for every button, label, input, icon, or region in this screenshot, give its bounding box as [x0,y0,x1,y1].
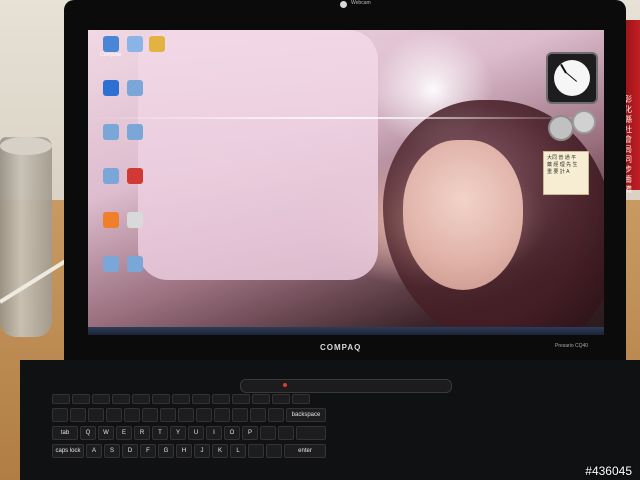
firefox-icon [103,212,119,228]
key-q[interactable]: Q [80,426,96,440]
cpu-meter-gadget[interactable] [548,115,574,141]
key-f11[interactable] [272,394,290,404]
key-f[interactable]: F [140,444,156,458]
key-j[interactable]: J [194,444,210,458]
app-icon [103,168,119,184]
key-4[interactable] [124,408,140,422]
key-s[interactable]: S [104,444,120,458]
key-3[interactable] [106,408,122,422]
key-a[interactable]: A [86,444,102,458]
key-backslash[interactable] [296,426,326,440]
wallpaper-shirt [138,30,378,280]
key-p[interactable]: P [242,426,258,440]
key-f2[interactable] [92,394,110,404]
computer-icon [103,36,119,52]
key-caps-lock[interactable]: caps lock [52,444,84,458]
app-icon [127,80,143,96]
key-left-bracket[interactable] [260,426,276,440]
cup-rim [0,137,52,155]
key-f10[interactable] [252,394,270,404]
key-k[interactable]: K [212,444,228,458]
key-semicolon[interactable] [248,444,264,458]
avira-icon [127,168,143,184]
key-f3[interactable] [112,394,130,404]
key-esc[interactable] [52,394,70,404]
key-f1[interactable] [72,394,90,404]
folder-icon [149,36,165,52]
desktop-icon[interactable] [118,212,152,238]
memory-meter-gadget[interactable] [572,110,596,134]
key-enter[interactable]: enter [284,444,326,458]
key-equals[interactable] [268,408,284,422]
desktop-icon[interactable] [118,168,152,194]
taskbar[interactable] [88,327,604,335]
key-tilde[interactable] [52,408,68,422]
clock-gadget[interactable] [546,52,598,104]
key-2[interactable] [88,408,104,422]
wallpaper-face [403,140,523,290]
note-line: 藥 經 理 先 生 [547,162,578,168]
key-7[interactable] [178,408,194,422]
key-tab[interactable]: tab [52,426,78,440]
key-f9[interactable] [232,394,250,404]
key-right-bracket[interactable] [278,426,294,440]
model-label: Presario CQ40 [555,343,589,349]
key-y[interactable]: Y [170,426,186,440]
cup [0,137,52,337]
key-quote[interactable] [266,444,282,458]
ie-icon [103,80,119,96]
hinge [240,379,452,393]
sticky-note[interactable]: 大同 普 通 平 藥 經 理 先 生 重 要 計 A [543,151,589,195]
key-f4[interactable] [132,394,150,404]
key-f6[interactable] [172,394,190,404]
webcam-label: Webcam [351,0,371,6]
watermark: #436045 [585,464,632,478]
glare-flare [88,117,604,119]
key-g[interactable]: G [158,444,174,458]
note-line: 重 要 計 A [547,169,570,175]
key-minus[interactable] [250,408,266,422]
key-1[interactable] [70,408,86,422]
app-icon [127,256,143,272]
key-backspace[interactable]: backspace [286,408,326,422]
key-f7[interactable] [192,394,210,404]
key-f12[interactable] [292,394,310,404]
keyboard: backspace tab Q W E R T Y U I O P caps l… [52,394,640,480]
key-0[interactable] [232,408,248,422]
key-w[interactable]: W [98,426,114,440]
key-9[interactable] [214,408,230,422]
key-f8[interactable] [212,394,230,404]
key-u[interactable]: U [188,426,204,440]
key-5[interactable] [142,408,158,422]
document-icon [127,212,143,228]
desktop-icon[interactable] [118,256,152,282]
brand-logo: COMPAQ [320,343,362,352]
key-8[interactable] [196,408,212,422]
key-i[interactable]: I [206,426,222,440]
app-icon [127,124,143,140]
laptop-screen: Computer 大同 普 通 平 藥 經 理 先 生 重 要 計 A [88,30,604,335]
power-led-icon [283,383,287,387]
app-icon [103,256,119,272]
desktop-icons: Computer [88,30,165,335]
note-line: 大同 普 通 平 [547,155,577,161]
key-f5[interactable] [152,394,170,404]
app-icon [103,124,119,140]
key-h[interactable]: H [176,444,192,458]
key-t[interactable]: T [152,426,168,440]
desktop-icon[interactable] [118,124,152,150]
key-d[interactable]: D [122,444,138,458]
desktop-icon[interactable] [140,36,174,62]
key-r[interactable]: R [134,426,150,440]
desktop-icon[interactable] [118,80,152,106]
webcam-icon [340,1,347,8]
key-e[interactable]: E [116,426,132,440]
key-6[interactable] [160,408,176,422]
key-o[interactable]: O [224,426,240,440]
key-l[interactable]: L [230,444,246,458]
